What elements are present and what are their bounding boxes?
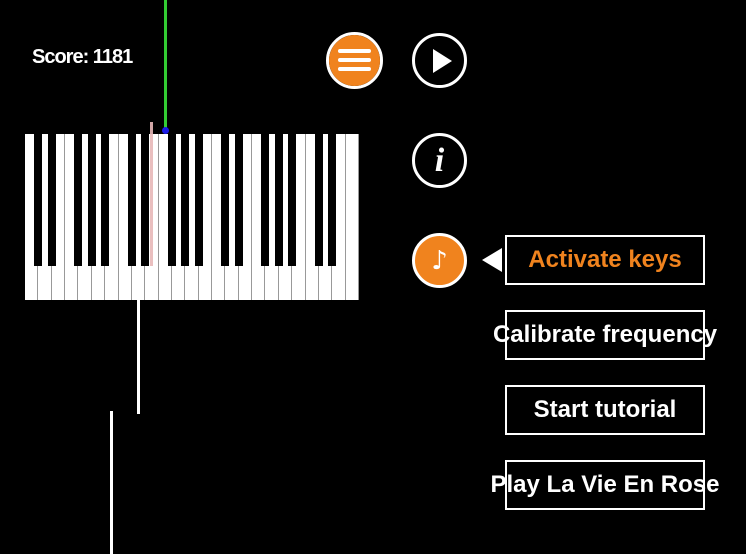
piano-black-key[interactable]	[87, 134, 96, 266]
note-trail-line	[137, 298, 140, 414]
menu-pointer	[482, 248, 502, 272]
piano-black-key[interactable]	[47, 134, 56, 266]
hamburger-menu-button[interactable]	[326, 32, 383, 89]
start-tutorial-button[interactable]: Start tutorial	[505, 385, 705, 435]
piano-black-key[interactable]	[261, 134, 270, 266]
piano-black-key[interactable]	[328, 134, 337, 266]
music-mode-button[interactable]: ♪	[412, 233, 467, 288]
piano-black-key[interactable]	[34, 134, 43, 266]
play-la-vie-en-rose-button[interactable]: Play La Vie En Rose	[491, 460, 720, 510]
pitch-indicator-dot	[162, 127, 169, 134]
piano-black-key[interactable]	[167, 134, 176, 266]
piano-black-key[interactable]	[288, 134, 297, 266]
menu-icon	[329, 35, 380, 86]
piano-black-key[interactable]	[221, 134, 230, 266]
info-icon: i	[434, 141, 445, 179]
piano-black-key[interactable]	[181, 134, 190, 266]
score-display: Score: 1181	[32, 46, 133, 68]
piano-black-key[interactable]	[314, 134, 323, 266]
info-button[interactable]: i	[412, 133, 467, 188]
start-tutorial-label: Start tutorial	[533, 396, 677, 423]
activate-keys-button[interactable]: Activate keys	[505, 235, 705, 285]
piano-black-key[interactable]	[127, 134, 136, 266]
play-la-vie-en-rose-label: Play La Vie En Rose	[490, 471, 720, 498]
piano-black-key[interactable]	[141, 134, 150, 266]
play-icon	[432, 48, 452, 73]
activate-keys-label: Activate keys	[528, 246, 682, 273]
piano-black-key[interactable]	[101, 134, 110, 266]
piano-keyboard[interactable]	[25, 134, 359, 300]
calibrate-frequency-button[interactable]: Calibrate frequency	[493, 310, 717, 360]
calibrate-frequency-label: Calibrate frequency	[492, 321, 718, 348]
piano-black-key[interactable]	[74, 134, 83, 266]
music-note-icon: ♪	[431, 245, 448, 276]
note-trail-line	[110, 411, 113, 554]
pitch-indicator-line	[164, 0, 167, 130]
play-button[interactable]	[412, 33, 467, 88]
piano-black-key[interactable]	[234, 134, 243, 266]
piano-white-key[interactable]	[346, 134, 359, 300]
piano-black-key[interactable]	[274, 134, 283, 266]
pitch-marker	[150, 122, 153, 266]
piano-black-key[interactable]	[194, 134, 203, 266]
